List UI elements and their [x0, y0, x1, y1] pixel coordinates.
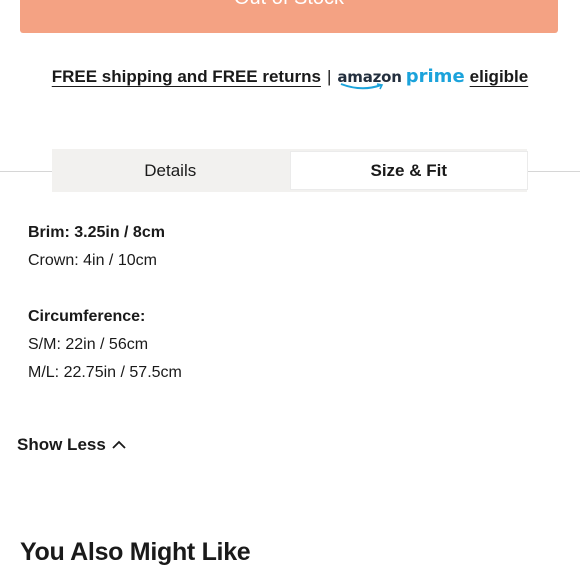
brim-measurement: Brim: 3.25in / 8cm [28, 224, 165, 241]
show-less-label: Show Less [17, 435, 106, 454]
shipping-banner: FREE shipping and FREE returns | amazon … [0, 66, 580, 90]
amazon-wordmark: amazon [337, 68, 402, 90]
tab-details-label: Details [144, 160, 197, 180]
eligible-link[interactable]: eligible [470, 67, 529, 87]
size-sm-measurement: S/M: 22in / 56cm [28, 336, 149, 353]
tab-size-fit-label: Size & Fit [370, 160, 447, 180]
separator: | [326, 66, 332, 86]
out-of-stock-button[interactable]: Out of Stock [20, 0, 558, 33]
amazon-smile-icon [341, 83, 384, 90]
crown-measurement: Crown: 4in / 10cm [28, 252, 157, 269]
product-info-tabs: Details Size & Fit [52, 149, 527, 192]
free-shipping-link[interactable]: FREE shipping and FREE returns [52, 67, 321, 87]
tabs-divider-right [527, 171, 580, 172]
circumference-heading: Circumference: [28, 308, 146, 325]
out-of-stock-label: Out of Stock [234, 0, 344, 10]
tab-size-fit[interactable]: Size & Fit [290, 152, 527, 189]
size-fit-content: Brim: 3.25in / 8cm Crown: 4in / 10cm Cir… [28, 219, 182, 387]
recommendations-title: You Also Might Like [20, 538, 251, 566]
show-less-button[interactable]: Show Less [17, 435, 126, 455]
chevron-up-icon [112, 440, 126, 449]
tab-details[interactable]: Details [52, 149, 289, 192]
size-ml-measurement: M/L: 22.75in / 57.5cm [28, 364, 182, 381]
amazon-prime-logo: amazon prime [337, 66, 465, 90]
tabs-divider-left [0, 171, 52, 172]
prime-wordmark: prime [405, 66, 465, 87]
